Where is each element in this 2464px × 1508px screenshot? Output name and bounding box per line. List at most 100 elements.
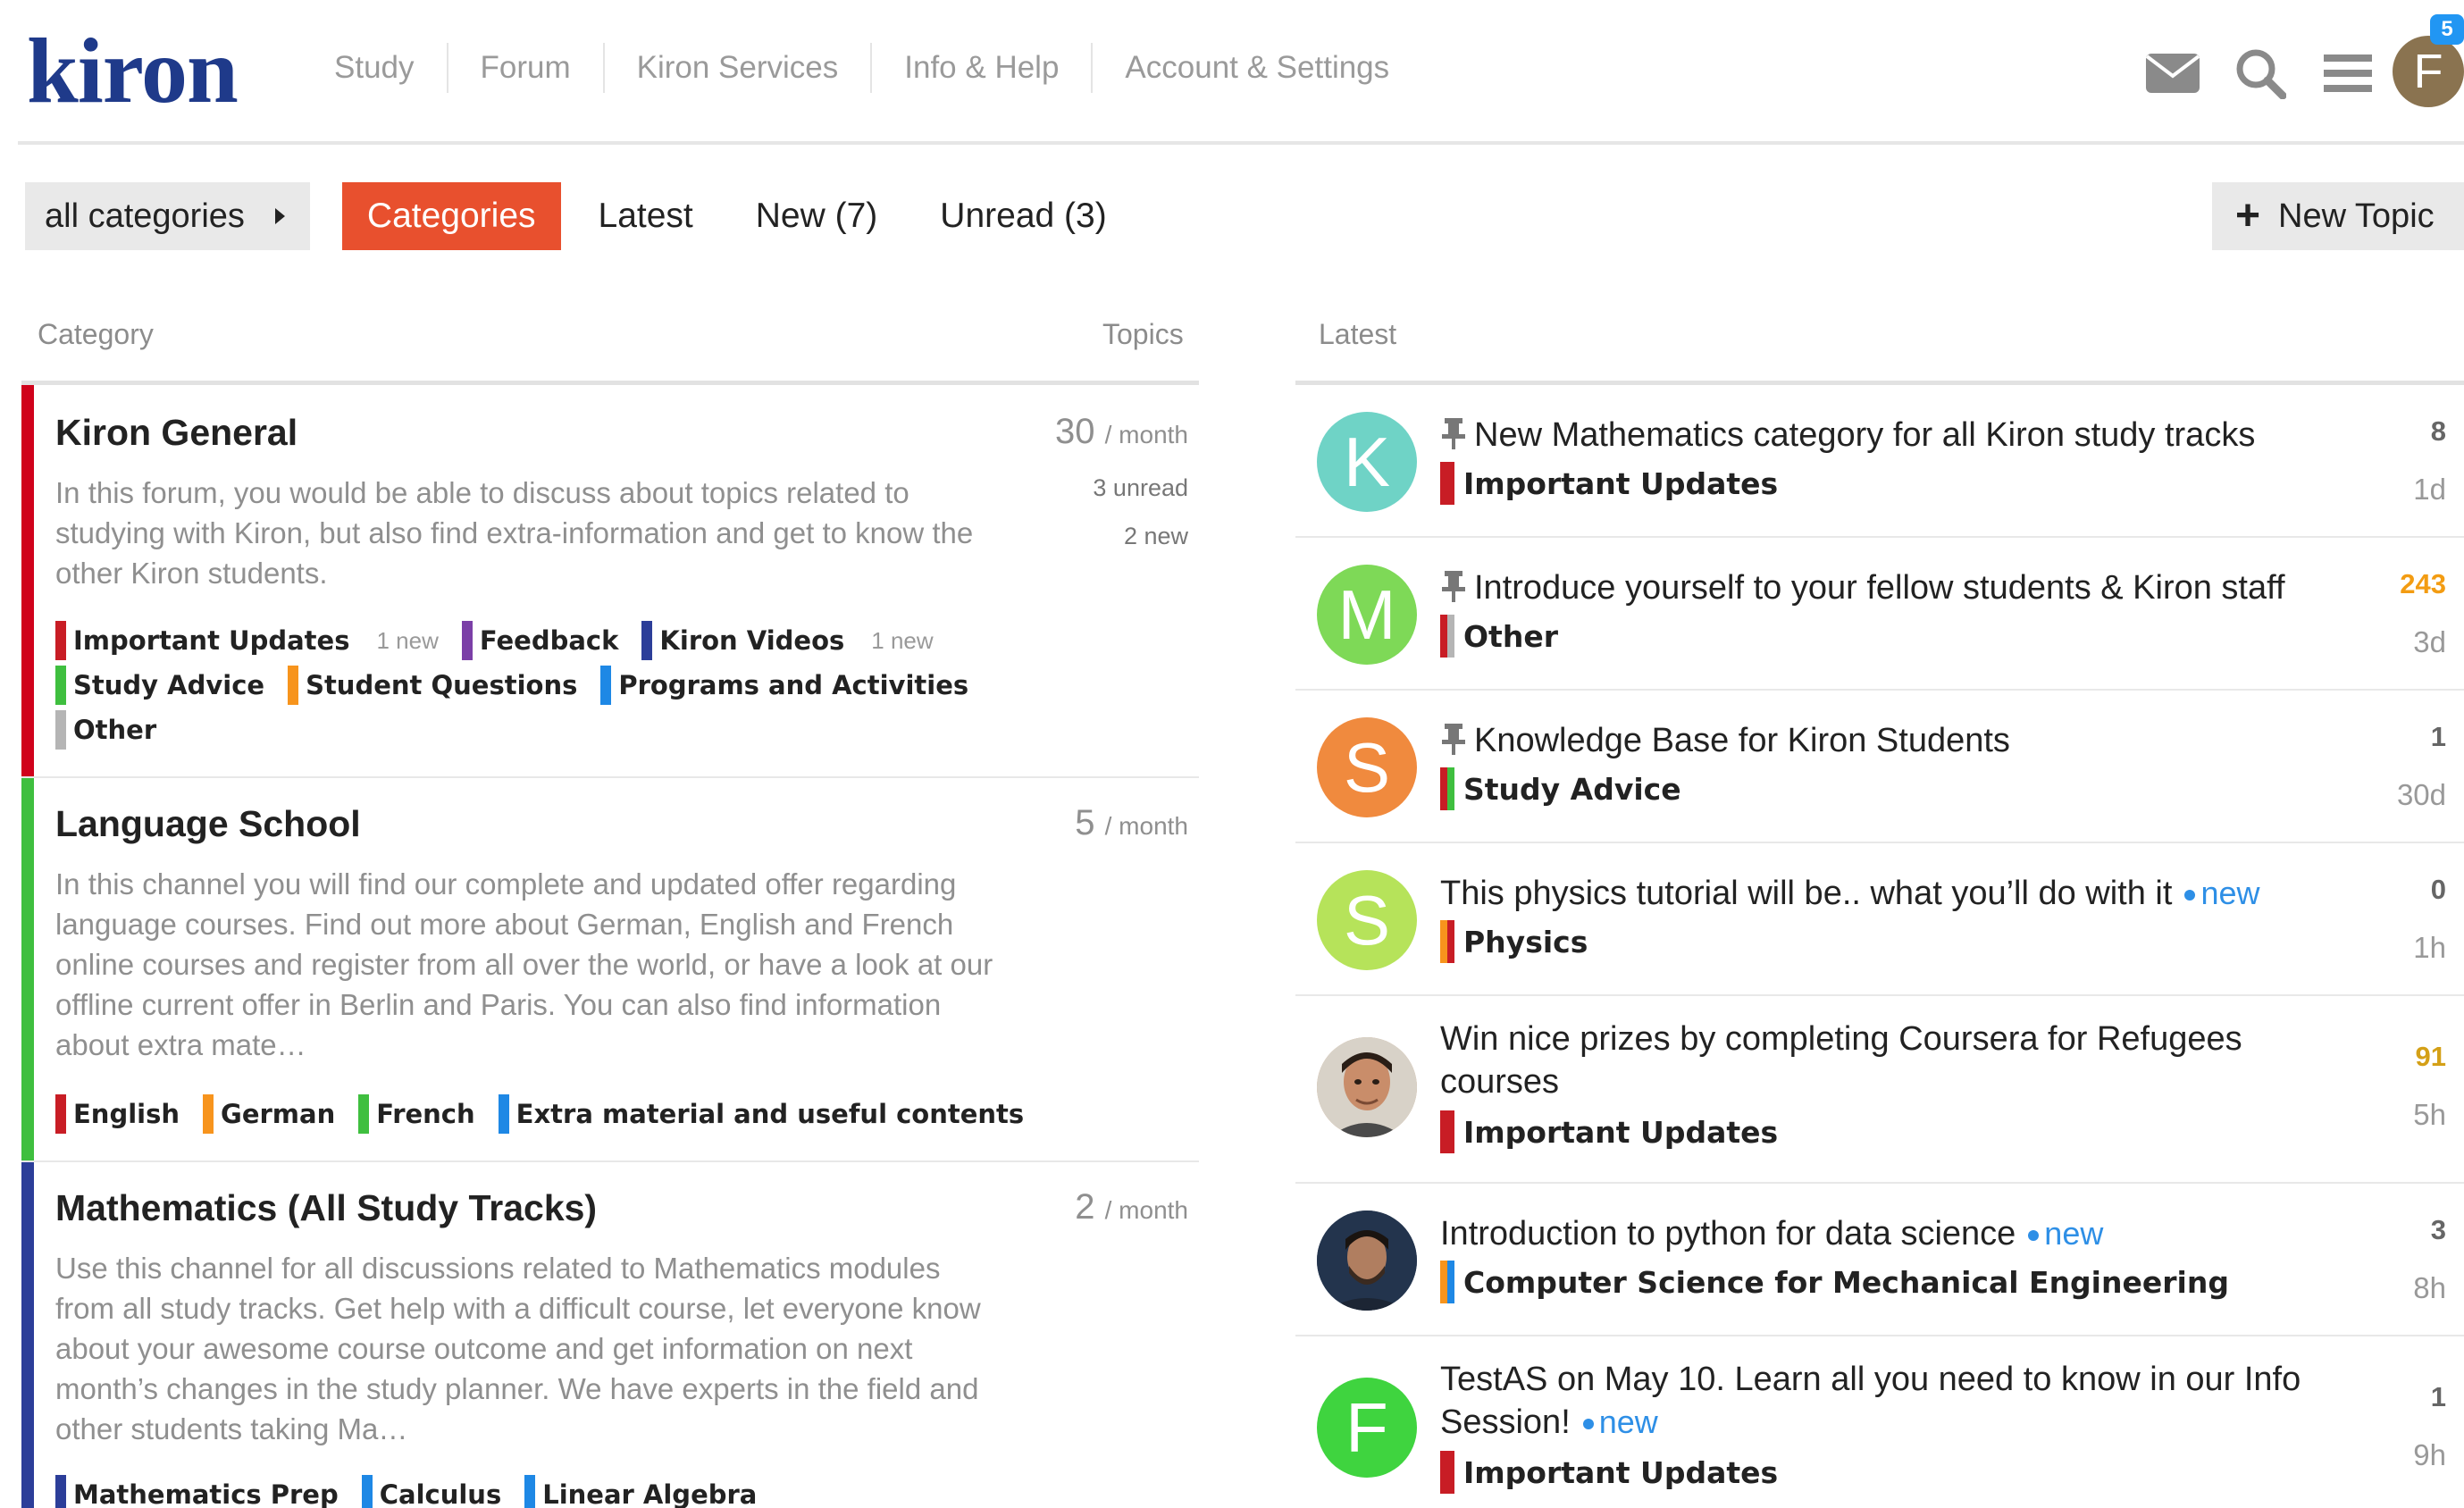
topic-category-badge[interactable]: Important Updates <box>1440 1451 1778 1494</box>
user-avatar[interactable]: S <box>1317 870 1417 970</box>
subcategory-link[interactable]: Calculus <box>361 1475 501 1508</box>
topic-title[interactable]: New Mathematics category for all Kiron s… <box>1440 414 2342 457</box>
topic-title[interactable]: Introduction to python for data science n… <box>1440 1212 2342 1255</box>
activity-age[interactable]: 1d <box>2413 473 2446 507</box>
reply-count[interactable]: 91 <box>2416 1041 2446 1073</box>
subcategory-link[interactable]: Mathematics Prep <box>55 1475 339 1508</box>
subcategory-link[interactable]: Linear Algebra <box>524 1475 757 1508</box>
topic-row[interactable]: Introduction to python for data science n… <box>1295 1184 2464 1336</box>
nav-kiron-services[interactable]: Kiron Services <box>605 43 873 93</box>
pin-icon <box>1440 570 1467 602</box>
category-color-bar <box>21 1162 34 1508</box>
user-avatar-photo[interactable] <box>1317 1037 1417 1137</box>
reply-count[interactable]: 3 <box>2431 1214 2446 1246</box>
topic-category-badge[interactable]: Physics <box>1440 920 1588 963</box>
reply-count[interactable]: 8 <box>2431 415 2446 448</box>
tab-categories[interactable]: Categories <box>341 182 561 250</box>
nav-account-settings[interactable]: Account & Settings <box>1093 43 1421 93</box>
subcategory-link[interactable]: English <box>55 1094 180 1134</box>
category-row[interactable]: Mathematics (All Study Tracks) Use this … <box>21 1162 1199 1508</box>
category-dropdown[interactable]: all categories <box>25 182 310 250</box>
hamburger-menu-icon[interactable] <box>2319 45 2376 102</box>
category-title[interactable]: Language School <box>55 803 361 845</box>
new-count[interactable]: 2 new <box>1124 523 1188 550</box>
user-avatar[interactable]: K <box>1317 412 1417 512</box>
topic-category-badge[interactable]: Important Updates <box>1440 1110 1778 1153</box>
category-color-bar <box>21 385 34 776</box>
topic-count: 30 <box>1054 412 1095 451</box>
subcategory-link[interactable]: Study Advice <box>55 666 264 705</box>
category-description: In this forum, you would be able to disc… <box>55 476 974 590</box>
per-month-label: / month <box>1104 812 1188 840</box>
topic-count: 5 <box>1075 803 1095 842</box>
topic-category-badge[interactable]: Important Updates <box>1440 462 1778 505</box>
category-description: Use this channel for all discussions rel… <box>55 1252 981 1445</box>
user-avatar[interactable]: S <box>1317 717 1417 817</box>
category-row[interactable]: Kiron General In this forum, you would b… <box>21 385 1199 778</box>
topic-title[interactable]: TestAS on May 10. Learn all you need to … <box>1440 1358 2342 1444</box>
new-indicator: new <box>2016 1215 2103 1252</box>
subcategory-link[interactable]: Other <box>55 710 156 750</box>
topic-row[interactable]: K New Mathematics category for all Kiron… <box>1295 385 2464 538</box>
activity-age[interactable]: 3d <box>2413 625 2446 659</box>
subcategory-list: English German French Extra material and… <box>55 1094 1047 1134</box>
unread-count[interactable]: 3 unread <box>1093 474 1188 502</box>
tab-new[interactable]: New (7) <box>731 182 903 250</box>
activity-age[interactable]: 30d <box>2397 778 2446 812</box>
subcategory-link[interactable]: Important Updates 1 new <box>55 621 439 660</box>
per-month-label: / month <box>1104 421 1188 448</box>
category-row[interactable]: Language School In this channel you will… <box>21 778 1199 1162</box>
subcategory-link[interactable]: French <box>358 1094 475 1134</box>
topic-category-badge[interactable]: Study Advice <box>1440 767 1681 810</box>
new-topic-label: New Topic <box>2278 197 2435 235</box>
topic-row[interactable]: F TestAS on May 10. Learn all you need t… <box>1295 1336 2464 1508</box>
activity-age[interactable]: 9h <box>2413 1438 2446 1472</box>
topic-row[interactable]: M Introduce yourself to your fellow stud… <box>1295 538 2464 691</box>
user-avatar[interactable]: F <box>2393 36 2464 107</box>
tab-latest[interactable]: Latest <box>574 182 718 250</box>
subcategory-link[interactable]: Extra material and useful contents <box>498 1094 1024 1134</box>
user-avatar[interactable]: F <box>1317 1378 1417 1478</box>
topic-row[interactable]: S Knowledge Base for Kiron Students Stud… <box>1295 691 2464 843</box>
activity-age[interactable]: 8h <box>2413 1271 2446 1305</box>
column-header-category[interactable]: Category <box>38 318 154 351</box>
category-title[interactable]: Mathematics (All Study Tracks) <box>55 1187 597 1229</box>
new-topic-button[interactable]: + New Topic <box>2212 182 2464 250</box>
activity-age[interactable]: 5h <box>2413 1098 2446 1132</box>
topic-title[interactable]: This physics tutorial will be.. what you… <box>1440 872 2342 915</box>
reply-count[interactable]: 1 <box>2431 721 2446 753</box>
category-dropdown-label: all categories <box>45 197 245 235</box>
category-title[interactable]: Kiron General <box>55 412 298 454</box>
reply-count[interactable]: 0 <box>2431 874 2446 906</box>
category-description: In this channel you will find our comple… <box>55 867 993 1061</box>
search-icon[interactable] <box>2232 45 2289 102</box>
topic-category-badge[interactable]: Computer Science for Mechanical Engineer… <box>1440 1261 2229 1303</box>
subcategory-link[interactable]: German <box>203 1094 335 1134</box>
tab-unread[interactable]: Unread (3) <box>915 182 1131 250</box>
user-avatar-photo[interactable] <box>1317 1211 1417 1311</box>
pin-icon <box>1440 417 1467 449</box>
user-avatar[interactable]: M <box>1317 565 1417 665</box>
activity-age[interactable]: 1h <box>2413 931 2446 965</box>
notification-badge[interactable]: 5 <box>2430 14 2464 45</box>
reply-count[interactable]: 1 <box>2431 1381 2446 1413</box>
topic-title[interactable]: Introduce yourself to your fellow studen… <box>1440 566 2342 609</box>
envelope-icon[interactable] <box>2144 45 2201 102</box>
column-header-topics[interactable]: Topics <box>1102 318 1184 351</box>
plus-icon: + <box>2235 192 2261 239</box>
kiron-logo[interactable]: kiron <box>27 18 239 125</box>
nav-forum[interactable]: Forum <box>448 43 605 93</box>
nav-study[interactable]: Study <box>318 43 448 93</box>
subcategory-link[interactable]: Programs and Activities <box>600 666 968 705</box>
reply-count[interactable]: 243 <box>2400 568 2446 600</box>
subcategory-link[interactable]: Feedback <box>461 621 618 660</box>
subcategory-link[interactable]: Kiron Videos 1 new <box>641 621 934 660</box>
topics-per-month: 5 / month <box>1075 803 1188 843</box>
topic-row[interactable]: Win nice prizes by completing Coursera f… <box>1295 996 2464 1184</box>
topic-title[interactable]: Win nice prizes by completing Coursera f… <box>1440 1018 2342 1103</box>
topic-category-badge[interactable]: Other <box>1440 615 1558 658</box>
subcategory-link[interactable]: Student Questions <box>288 666 577 705</box>
nav-info-help[interactable]: Info & Help <box>872 43 1094 93</box>
topic-row[interactable]: S This physics tutorial will be.. what y… <box>1295 843 2464 996</box>
topic-title[interactable]: Knowledge Base for Kiron Students <box>1440 719 2342 762</box>
